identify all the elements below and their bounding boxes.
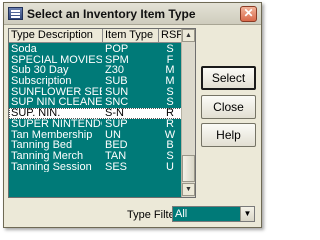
row-description: SUP. NIN. — [11, 108, 61, 119]
row-rsf: M — [165, 65, 175, 77]
column-header-rsf[interactable]: RSF — [159, 29, 182, 43]
row-item-type: UN — [105, 129, 121, 141]
list-row[interactable]: Tanning Merch TAN S — [9, 151, 182, 162]
list-row[interactable]: Subscription SUB M — [9, 76, 182, 87]
list-row[interactable]: Soda POP S — [9, 44, 182, 55]
close-button[interactable]: Close — [201, 95, 256, 119]
row-rsf: R — [166, 118, 174, 130]
row-rsf: B — [166, 140, 174, 151]
row-item-type: TAN — [105, 150, 127, 162]
row-item-type: SUN — [105, 86, 129, 98]
help-button[interactable]: Help — [201, 123, 256, 147]
item-type-list[interactable]: Type Description Item Type RSF Soda POP S S… — [8, 28, 196, 198]
row-item-type: Z30 — [105, 65, 124, 77]
list-row[interactable]: Sub 30 Day Z30 M — [9, 65, 182, 76]
row-description: Subscription — [11, 76, 72, 87]
list-row[interactable]: SUP NIN CLEANER SNC S — [9, 97, 182, 108]
row-rsf: S — [166, 44, 174, 55]
list-row[interactable]: Tanning Bed BED B — [9, 140, 182, 151]
row-description: SPECIAL MOVIES — [11, 54, 102, 66]
list-row-selected[interactable]: SUP. NIN. S-N R — [9, 108, 182, 119]
list-row[interactable]: Tan Membership UN W — [9, 130, 182, 141]
list-row[interactable]: SPECIAL MOVIES SPM F — [9, 55, 182, 66]
row-description: Sub 30 Day — [11, 65, 69, 77]
list-row[interactable]: SUPER NINTENDO SUP R — [9, 119, 182, 130]
type-filter-dropdown[interactable]: All ▼ — [172, 206, 255, 222]
list-rows: Soda POP S SPECIAL MOVIES SPM F Sub 30 Day Z30 M… — [9, 44, 182, 172]
row-rsf: W — [164, 129, 176, 141]
row-rsf: S — [166, 97, 174, 109]
row-item-type: BED — [105, 140, 128, 151]
row-description: SUNFLOWER SEE — [11, 86, 102, 98]
dialog-title: Select an Inventory Item Type — [27, 7, 196, 21]
row-description: Tanning Merch — [11, 150, 84, 162]
list-icon — [8, 7, 23, 20]
scroll-up-icon[interactable]: ▲ — [182, 29, 195, 42]
type-filter-value: All — [173, 207, 240, 221]
row-description: Tanning Bed — [11, 140, 73, 151]
row-rsf: U — [166, 161, 174, 173]
row-rsf: R — [166, 108, 174, 119]
dialog-window: Select an Inventory Item Type ✕ Type Des… — [3, 2, 262, 228]
select-button[interactable]: Select — [201, 66, 256, 90]
row-item-type: POP — [105, 44, 129, 55]
column-header-item-type[interactable]: Item Type — [103, 29, 159, 43]
row-item-type: S-N — [105, 108, 124, 119]
vertical-scrollbar[interactable]: ▲ ▼ — [181, 29, 195, 197]
title-bar[interactable]: Select an Inventory Item Type ✕ — [4, 3, 261, 25]
row-rsf: S — [166, 150, 174, 162]
scroll-thumb[interactable] — [182, 155, 195, 182]
row-rsf: S — [166, 86, 174, 98]
row-description: Tanning Session — [11, 161, 92, 173]
row-description: Soda — [11, 44, 37, 55]
row-description: SUPER NINTENDO — [11, 118, 102, 130]
row-rsf: M — [165, 76, 175, 87]
row-item-type: SNC — [105, 97, 129, 109]
row-item-type: SUB — [105, 76, 128, 87]
row-item-type: SES — [105, 161, 128, 173]
list-row[interactable]: Tanning Session SES U — [9, 162, 182, 173]
row-item-type: SPM — [105, 54, 129, 66]
chevron-down-icon[interactable]: ▼ — [240, 207, 254, 221]
scroll-down-icon[interactable]: ▼ — [182, 183, 195, 196]
row-description: Tan Membership — [11, 129, 93, 141]
row-description: SUP NIN CLEANER — [11, 97, 102, 109]
close-window-button[interactable]: ✕ — [240, 6, 257, 22]
list-header: Type Description Item Type RSF — [9, 29, 182, 43]
row-item-type: SUP — [105, 118, 128, 130]
list-row[interactable]: SUNFLOWER SEE SUN S — [9, 87, 182, 98]
column-header-type-description[interactable]: Type Description — [9, 29, 103, 43]
row-rsf: F — [166, 54, 174, 66]
